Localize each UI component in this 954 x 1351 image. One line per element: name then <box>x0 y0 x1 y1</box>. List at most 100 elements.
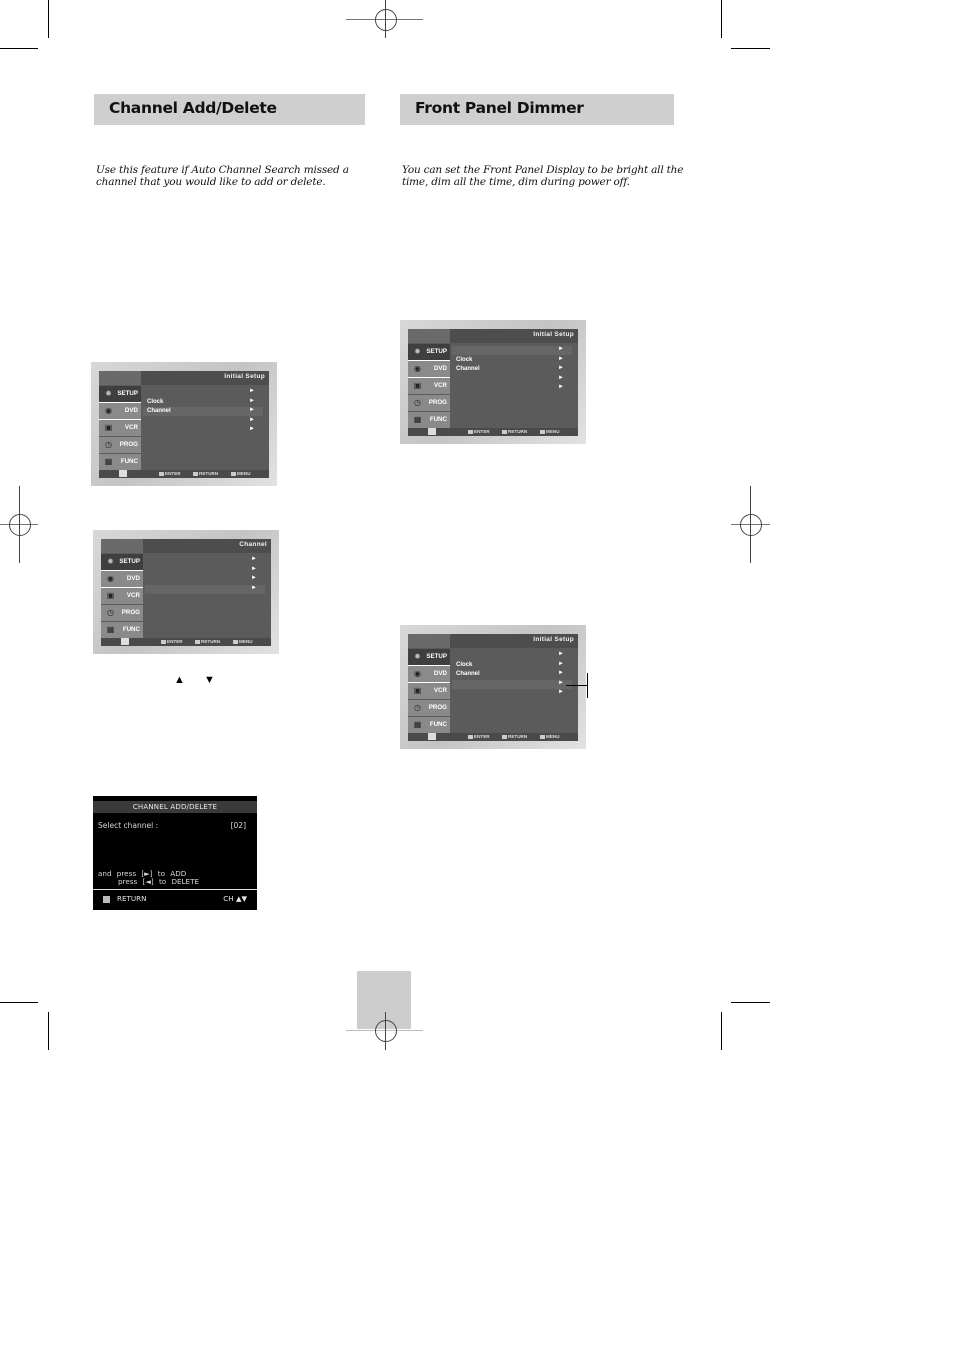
delete-instruction: press [◄] to DELETE <box>118 877 200 886</box>
dialog-divider <box>93 889 257 890</box>
osd-footer: ENTER RETURN MENU <box>408 428 578 436</box>
clock-icon: ◷ <box>414 703 421 712</box>
osd-menu-row[interactable]: Channel ► <box>452 365 572 374</box>
osd-menu-row[interactable]: ► <box>452 679 572 689</box>
osd-menu-row[interactable]: ► <box>143 388 263 397</box>
gear-icon: ✹ <box>105 389 112 398</box>
osd-menu: Initial Setup ✹ SETUP ◉ DVD ▣ VCR ◷ PROG… <box>400 625 586 749</box>
osd-menu-row[interactable]: ► <box>452 346 572 355</box>
osd-tab-setup[interactable]: ✹ SETUP <box>101 554 143 570</box>
osd-menu-row[interactable]: Clock ► <box>143 398 263 407</box>
osd-tab-prog[interactable]: ◷ PROG <box>99 437 141 453</box>
clock-icon: ◷ <box>107 608 114 617</box>
enter-hint: ENTER <box>161 639 183 644</box>
osd-tab-dvd[interactable]: ◉ DVD <box>101 571 143 587</box>
return-hint: RETURN <box>502 734 527 739</box>
right-arrow-icon: ► <box>251 584 257 591</box>
navigation-pad-icon <box>119 470 127 477</box>
osd-tab-separator <box>99 419 141 420</box>
osd-tab-func[interactable]: ▦ FUNC <box>101 622 143 638</box>
menu-hint: MENU <box>231 471 251 476</box>
osd-menu-row[interactable]: ► <box>452 689 572 698</box>
osd-title: Initial Setup <box>224 373 265 380</box>
osd-tab-setup[interactable]: ✹ SETUP <box>408 649 450 665</box>
dialog-title: CHANNEL ADD/DELETE <box>93 801 257 813</box>
osd-tab-dvd[interactable]: ◉ DVD <box>99 403 141 419</box>
osd-tab-vcr[interactable]: ▣ VCR <box>408 683 450 699</box>
navigation-pad-icon <box>121 638 129 645</box>
menu-icon <box>540 429 545 434</box>
osd-tab-func[interactable]: ▦ FUNC <box>408 412 450 428</box>
osd-menu-row[interactable]: Channel ► <box>143 407 263 416</box>
osd-sidebar: ✹ SETUP ◉ DVD ▣ VCR ◷ PROG ▦ FUNC <box>408 649 450 733</box>
gear-icon: ✹ <box>414 347 421 356</box>
enter-hint: ENTER <box>159 471 181 476</box>
osd-tab-vcr[interactable]: ▣ VCR <box>99 420 141 436</box>
right-arrow-icon: ► <box>558 374 564 381</box>
osd-tab-separator <box>408 360 450 361</box>
osd-title-bar: Channel <box>101 539 271 553</box>
osd-screen: Channel ✹ SETUP ◉ DVD ▣ VCR ◷ PROG ▦ FUN… <box>101 539 271 646</box>
disc-icon: ◉ <box>107 574 114 583</box>
osd-screen: Initial Setup ✹ SETUP ◉ DVD ▣ VCR ◷ PROG… <box>408 634 578 741</box>
section-title: Front Panel Dimmer <box>415 99 584 117</box>
osd-menu-row[interactable]: Channel ► <box>452 670 572 679</box>
osd-menu-row[interactable]: ► <box>145 575 265 584</box>
enter-icon <box>468 734 473 739</box>
osd-menu-row[interactable]: ► <box>145 584 265 594</box>
osd-tab-func[interactable]: ▦ FUNC <box>408 717 450 733</box>
callout-line <box>587 673 588 698</box>
osd-menu-row[interactable]: ► <box>143 426 263 435</box>
right-arrow-icon: ► <box>558 346 564 352</box>
osd-tab-prog[interactable]: ◷ PROG <box>408 395 450 411</box>
section-header-channel-add-delete: Channel Add/Delete <box>94 94 365 125</box>
osd-menu-row[interactable]: ► <box>143 417 263 426</box>
osd-option-list: ► Clock ► Channel ► ► ► <box>452 344 574 428</box>
right-arrow-icon: ► <box>251 565 257 572</box>
osd-menu-row[interactable]: ► <box>452 651 572 660</box>
clock-icon: ◷ <box>414 398 421 407</box>
osd-menu-row[interactable]: Clock ► <box>452 356 572 365</box>
osd-tab-dvd[interactable]: ◉ DVD <box>408 361 450 377</box>
osd-tab-vcr[interactable]: ▣ VCR <box>101 588 143 604</box>
enter-hint: ENTER <box>468 429 490 434</box>
osd-tab-separator <box>99 402 141 403</box>
osd-title: Initial Setup <box>533 636 574 643</box>
enter-icon <box>161 639 166 644</box>
right-arrow-icon: ► <box>249 388 255 394</box>
osd-tab-setup[interactable]: ✹ SETUP <box>408 344 450 360</box>
return-icon <box>502 734 507 739</box>
osd-tab-func[interactable]: ▦ FUNC <box>99 454 141 470</box>
section-header-front-panel-dimmer: Front Panel Dimmer <box>400 94 674 125</box>
enter-icon <box>468 429 473 434</box>
osd-tab-separator <box>408 682 450 683</box>
osd-tab-vcr[interactable]: ▣ VCR <box>408 378 450 394</box>
osd-tab-setup[interactable]: ✹ SETUP <box>99 386 141 402</box>
osd-menu-row[interactable]: ► <box>452 384 572 393</box>
osd-title-bar: Initial Setup <box>408 634 578 648</box>
enter-icon <box>159 471 164 476</box>
osd-tab-prog[interactable]: ◷ PROG <box>101 605 143 621</box>
osd-menu-row[interactable]: ► <box>145 566 265 575</box>
osd-option-list: ► Clock ► Channel ► ► ► <box>143 386 265 470</box>
clock-icon: ◷ <box>105 440 112 449</box>
select-channel-value[interactable]: [02] <box>231 821 246 830</box>
disc-icon: ◉ <box>414 364 421 373</box>
osd-sidebar: ✹ SETUP ◉ DVD ▣ VCR ◷ PROG ▦ FUNC <box>101 554 143 638</box>
osd-tab-dvd[interactable]: ◉ DVD <box>408 666 450 682</box>
function-icon: ▦ <box>104 457 113 466</box>
function-icon: ▦ <box>413 720 422 729</box>
menu-hint: MENU <box>233 639 253 644</box>
osd-tab-separator <box>408 665 450 666</box>
osd-menu-row[interactable]: Clock ► <box>452 661 572 670</box>
osd-tab-separator <box>101 570 143 571</box>
right-arrow-icon: ► <box>251 575 257 581</box>
select-channel-label: Select channel : <box>98 821 159 830</box>
osd-tab-prog[interactable]: ◷ PROG <box>408 700 450 716</box>
osd-menu-row[interactable]: ► <box>452 375 572 384</box>
crop-mark <box>731 48 770 49</box>
right-arrow-icon: ► <box>558 670 564 676</box>
crop-mark <box>48 0 49 38</box>
osd-menu-row[interactable]: ► <box>145 556 265 565</box>
return-label[interactable]: RETURN <box>117 894 147 903</box>
